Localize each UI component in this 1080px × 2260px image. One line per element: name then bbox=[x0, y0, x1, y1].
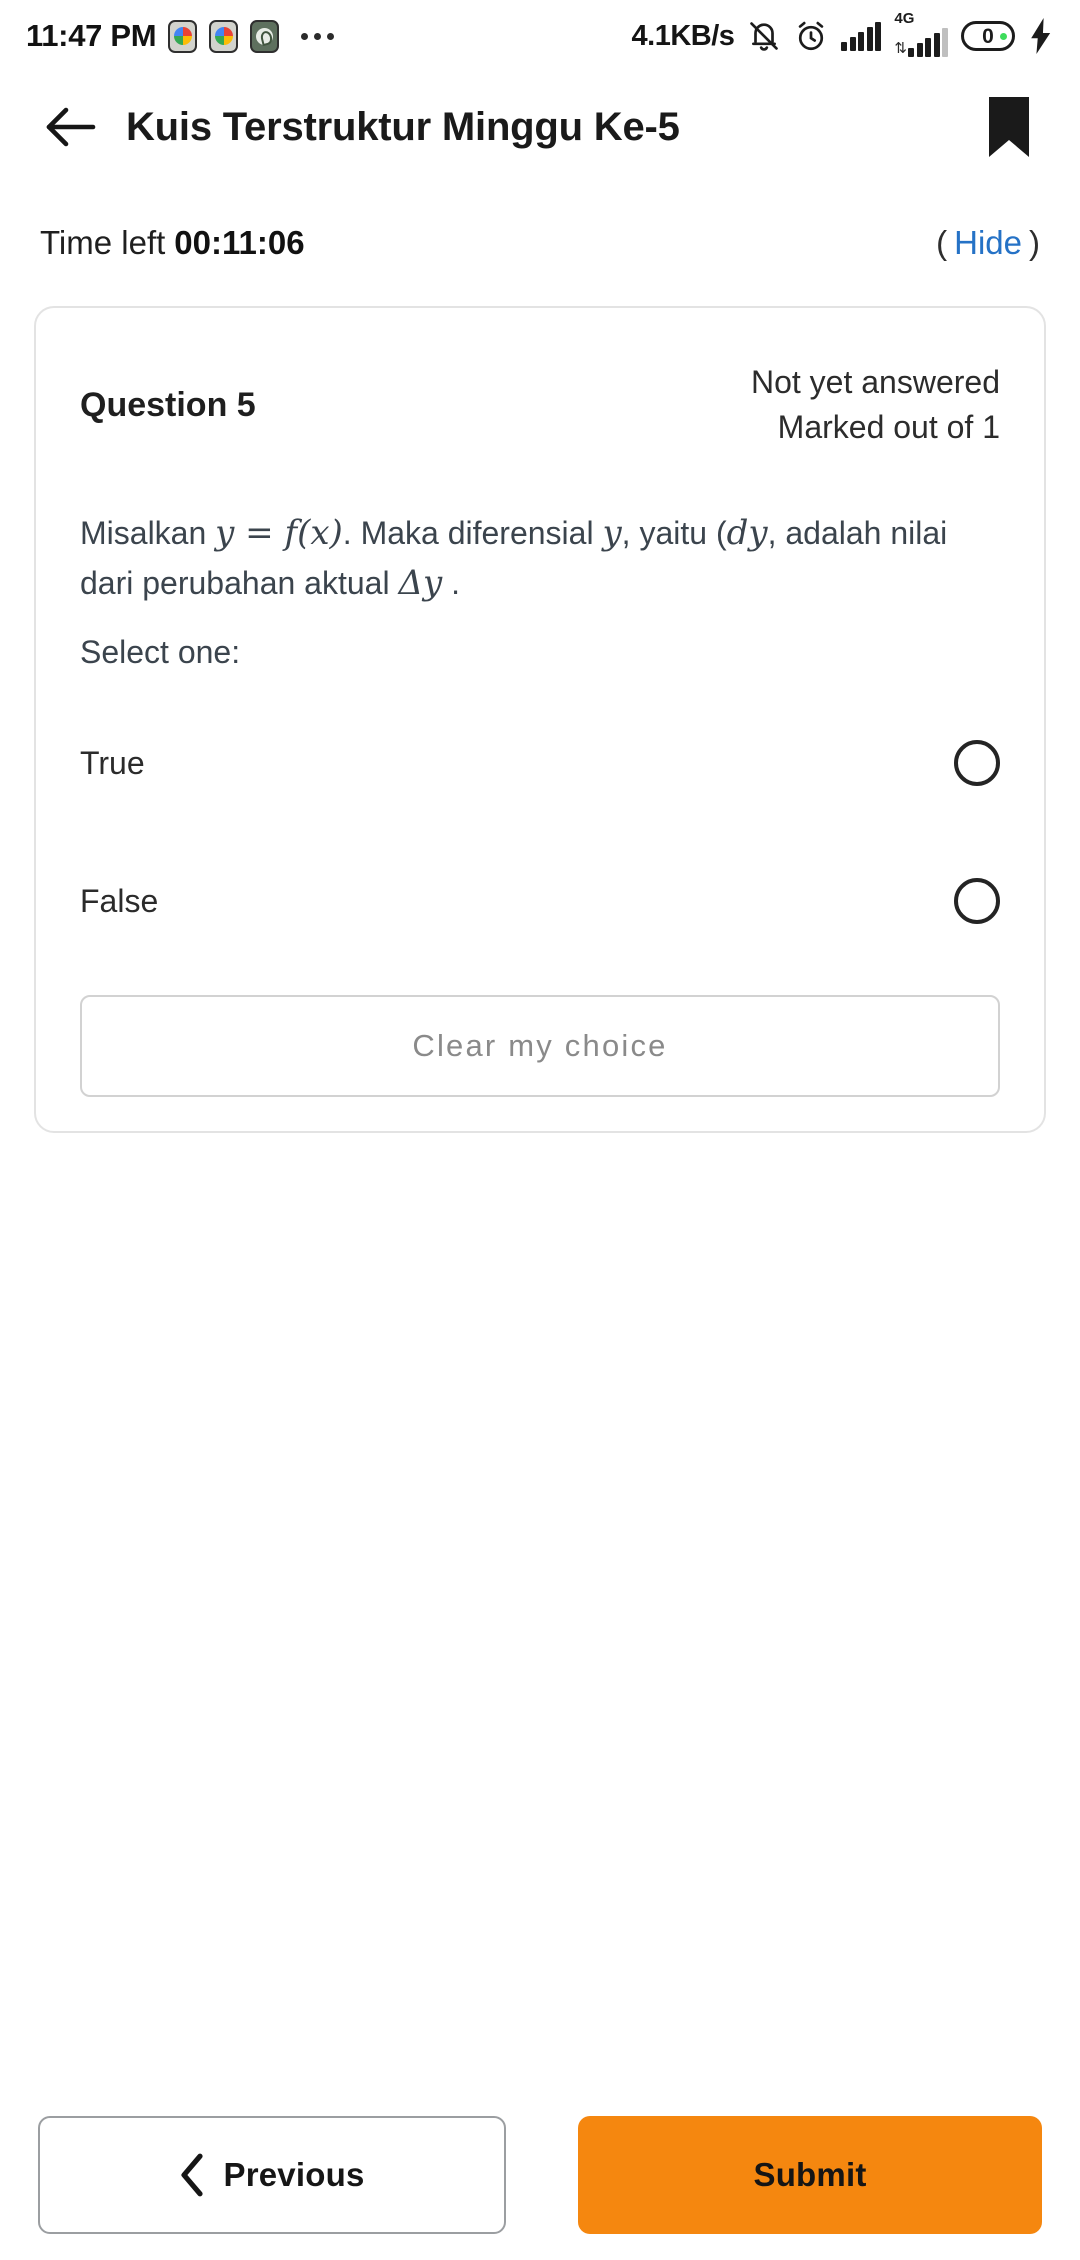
status-time: 11:47 PM bbox=[26, 18, 157, 53]
paren-close: ) bbox=[1029, 224, 1040, 261]
network-speed-text: 4.1KB/s bbox=[631, 19, 735, 52]
status-bar-right: 4.1KB/s 4G ⇅ 0 bbox=[631, 11, 1054, 57]
charging-bolt-icon bbox=[1031, 18, 1051, 54]
math-y-1: y bbox=[215, 512, 235, 553]
signal-bars-icon bbox=[841, 21, 882, 51]
question-meta: Not yet answered Marked out of 1 bbox=[751, 360, 1000, 451]
question-card: Question 5 Not yet answered Marked out o… bbox=[34, 306, 1046, 1134]
previous-button[interactable]: Previous bbox=[38, 2116, 506, 2234]
math-dy: dy bbox=[726, 512, 768, 553]
answer-status: Not yet answered bbox=[750, 364, 1000, 400]
app-header: Kuis Terstruktur Minggu Ke-5 bbox=[0, 72, 1080, 182]
status-bar: 11:47 PM 4.1KB/s 4G ⇅ 0 bbox=[0, 0, 1080, 72]
question-number: Question 5 bbox=[80, 386, 256, 424]
whatsapp-icon bbox=[250, 19, 280, 53]
network-type-label: 4G bbox=[894, 10, 915, 27]
bell-muted-icon bbox=[750, 22, 779, 51]
math-f-of-x: f(x) bbox=[284, 512, 343, 553]
question-text: Misalkan y = f(x). Maka diferensial y, y… bbox=[36, 451, 1044, 608]
submit-button-label: Submit bbox=[753, 2156, 867, 2193]
time-left-value: 00:11:06 bbox=[174, 224, 305, 261]
option-row-false[interactable]: False bbox=[36, 855, 1044, 947]
bottom-navigation-bar: Previous Submit bbox=[0, 2090, 1080, 2260]
photos-icon bbox=[209, 19, 239, 53]
time-left-label: Time left bbox=[40, 224, 166, 261]
math-y-2: y bbox=[602, 512, 622, 553]
bookmark-button[interactable] bbox=[978, 96, 1040, 158]
paren-open: ( bbox=[936, 224, 948, 261]
data-arrows-icon: ⇅ bbox=[894, 40, 907, 57]
option-row-true[interactable]: True bbox=[36, 717, 1044, 809]
battery-level-text: 0 bbox=[982, 24, 994, 48]
math-equals: = bbox=[234, 512, 285, 553]
photos-icon bbox=[168, 19, 198, 53]
back-arrow-icon bbox=[46, 107, 96, 147]
back-button[interactable] bbox=[40, 96, 102, 158]
option-label-true: True bbox=[80, 744, 145, 781]
math-delta-y: Δy bbox=[398, 562, 443, 603]
select-one-prompt: Select one: bbox=[80, 634, 241, 671]
timer-row: Time left 00:11:06 (Hide) bbox=[0, 182, 1080, 262]
radio-true[interactable] bbox=[954, 740, 1000, 787]
page-title: Kuis Terstruktur Minggu Ke-5 bbox=[126, 104, 680, 149]
hide-link[interactable]: Hide bbox=[954, 224, 1022, 261]
signal-bars-4g-icon: 4G ⇅ bbox=[894, 11, 948, 57]
radio-false[interactable] bbox=[954, 878, 1000, 925]
previous-button-label: Previous bbox=[223, 2156, 365, 2193]
marks-label: Marked out of 1 bbox=[777, 409, 1000, 446]
bookmark-icon bbox=[989, 97, 1029, 157]
status-bar-left: 11:47 PM bbox=[26, 18, 335, 54]
chevron-left-icon bbox=[180, 2153, 203, 2197]
question-text-part1: Misalkan bbox=[80, 514, 216, 551]
alarm-clock-icon bbox=[799, 21, 824, 51]
battery-indicator: 0 bbox=[961, 21, 1015, 51]
clear-my-choice-button[interactable]: Clear my choice bbox=[80, 995, 1000, 1098]
question-text-part3: , yaitu ( bbox=[621, 514, 727, 551]
submit-button[interactable]: Submit bbox=[578, 2116, 1042, 2234]
question-text-part5: . bbox=[442, 564, 460, 601]
question-text-part2: . Maka diferensial bbox=[342, 514, 603, 551]
question-card-header: Question 5 Not yet answered Marked out o… bbox=[36, 308, 1044, 451]
more-dots-icon bbox=[301, 32, 335, 40]
option-label-false: False bbox=[80, 882, 159, 919]
hide-timer-control[interactable]: (Hide) bbox=[936, 224, 1040, 262]
